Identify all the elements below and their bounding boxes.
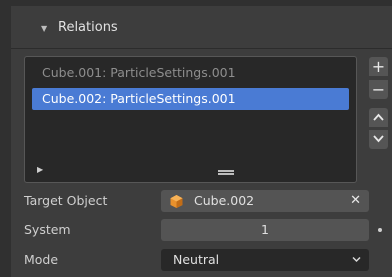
mode-dropdown[interactable]: Neutral xyxy=(161,249,369,271)
clear-x-icon[interactable]: ✕ xyxy=(350,190,361,212)
panel-title: Relations xyxy=(58,20,118,35)
cube-object-icon xyxy=(170,195,183,208)
system-number-field[interactable]: 1 xyxy=(161,219,369,241)
target-object-field[interactable]: Cube.002 ✕ xyxy=(161,190,369,212)
mode-value: Neutral xyxy=(173,252,220,267)
mode-label: Mode xyxy=(24,252,59,267)
list-item[interactable]: Cube.001: ParticleSettings.001 xyxy=(32,62,349,84)
resize-grip-icon[interactable] xyxy=(218,170,234,175)
add-button[interactable]: + xyxy=(369,57,388,76)
system-label: System xyxy=(24,222,71,237)
remove-button[interactable]: − xyxy=(369,80,388,99)
list-item-selected[interactable]: Cube.002: ParticleSettings.001 xyxy=(32,88,349,110)
disclosure-triangle-icon[interactable]: ▼ xyxy=(41,24,47,33)
filter-expand-icon[interactable]: ▶ xyxy=(37,165,43,174)
chevron-down-icon xyxy=(373,135,384,143)
target-object-value: Cube.002 xyxy=(194,193,255,208)
move-down-button[interactable] xyxy=(369,130,388,149)
relations-header[interactable]: ▼ Relations xyxy=(11,6,392,49)
keyframe-dot-icon[interactable] xyxy=(378,228,382,232)
move-up-button[interactable] xyxy=(369,108,388,127)
target-object-label: Target Object xyxy=(24,193,108,208)
chevron-up-icon xyxy=(373,113,384,121)
chevron-down-icon xyxy=(352,256,361,263)
particle-target-list[interactable]: Cube.001: ParticleSettings.001 Cube.002:… xyxy=(24,56,357,183)
